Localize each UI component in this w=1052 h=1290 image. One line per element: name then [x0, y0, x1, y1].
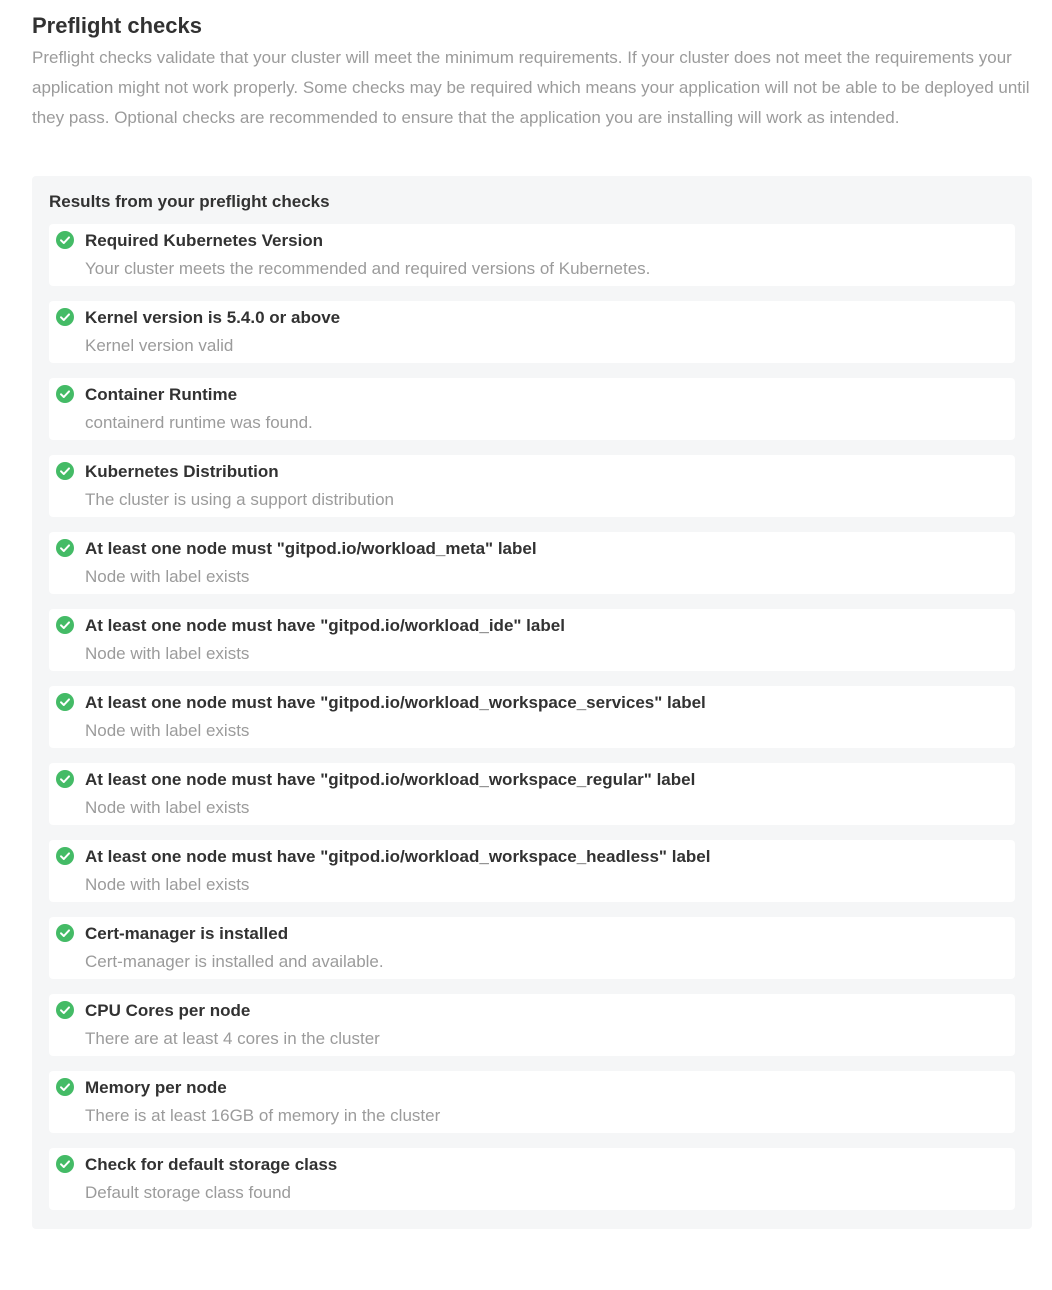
check-message: Node with label exists — [85, 567, 250, 586]
check-message: containerd runtime was found. — [85, 413, 313, 432]
check-list: Required Kubernetes Version Your cluster… — [49, 224, 1015, 1210]
check-title: Memory per node — [85, 1078, 227, 1097]
check-circle-icon — [56, 1155, 74, 1173]
check-message: Node with label exists — [85, 721, 250, 740]
check-item: At least one node must have "gitpod.io/w… — [49, 763, 1015, 825]
check-item: Cert-manager is installed Cert-manager i… — [49, 917, 1015, 979]
check-item: At least one node must have "gitpod.io/w… — [49, 686, 1015, 748]
check-title: At least one node must "gitpod.io/worklo… — [85, 539, 537, 558]
check-circle-icon — [56, 693, 74, 711]
check-title: Container Runtime — [85, 385, 238, 404]
check-circle-icon — [56, 462, 74, 480]
check-message: Cert-manager is installed and available. — [85, 952, 384, 971]
page-description: Preflight checks validate that your clus… — [32, 48, 1030, 127]
check-circle-icon — [56, 231, 74, 249]
results-title: Results from your preflight checks — [49, 192, 330, 211]
check-message: Kernel version valid — [85, 336, 234, 355]
check-message: Node with label exists — [85, 644, 250, 663]
check-message: There are at least 4 cores in the cluste… — [85, 1029, 380, 1048]
check-title: Kubernetes Distribution — [85, 462, 279, 481]
check-title: At least one node must have "gitpod.io/w… — [85, 693, 706, 712]
check-circle-icon — [56, 770, 74, 788]
check-item: Required Kubernetes Version Your cluster… — [49, 224, 1015, 286]
check-circle-icon — [56, 924, 74, 942]
check-message: The cluster is using a support distribut… — [85, 490, 394, 509]
check-circle-icon — [56, 539, 74, 557]
check-item: At least one node must "gitpod.io/worklo… — [49, 532, 1015, 594]
preflight-page: Preflight checks Preflight checks valida… — [32, 12, 1032, 1229]
check-title: At least one node must have "gitpod.io/w… — [85, 616, 565, 635]
check-circle-icon — [56, 385, 74, 403]
check-item: Container Runtime containerd runtime was… — [49, 378, 1015, 440]
results-panel: Results from your preflight checks Requi… — [32, 176, 1032, 1229]
check-title: Cert-manager is installed — [85, 924, 289, 943]
check-title: Required Kubernetes Version — [85, 231, 324, 250]
check-item: CPU Cores per node There are at least 4 … — [49, 994, 1015, 1056]
check-circle-icon — [56, 1001, 74, 1019]
check-item: Kernel version is 5.4.0 or above Kernel … — [49, 301, 1015, 363]
check-title: At least one node must have "gitpod.io/w… — [85, 847, 711, 866]
check-message: Node with label exists — [85, 875, 250, 894]
page-title: Preflight checks — [32, 13, 202, 38]
check-item: Memory per node There is at least 16GB o… — [49, 1071, 1015, 1133]
check-message: Default storage class found — [85, 1183, 292, 1202]
check-message: Node with label exists — [85, 798, 250, 817]
check-item: Kubernetes Distribution The cluster is u… — [49, 455, 1015, 517]
check-item: At least one node must have "gitpod.io/w… — [49, 840, 1015, 902]
check-circle-icon — [56, 308, 74, 326]
check-title: CPU Cores per node — [85, 1001, 251, 1020]
check-circle-icon — [56, 616, 74, 634]
check-title: Check for default storage class — [85, 1155, 338, 1174]
check-circle-icon — [56, 847, 74, 865]
check-message: There is at least 16GB of memory in the … — [85, 1106, 441, 1125]
check-circle-icon — [56, 1078, 74, 1096]
check-message: Your cluster meets the recommended and r… — [85, 259, 651, 278]
check-item: At least one node must have "gitpod.io/w… — [49, 609, 1015, 671]
check-title: Kernel version is 5.4.0 or above — [85, 308, 341, 327]
check-title: At least one node must have "gitpod.io/w… — [85, 770, 696, 789]
check-item: Check for default storage class Default … — [49, 1148, 1015, 1210]
